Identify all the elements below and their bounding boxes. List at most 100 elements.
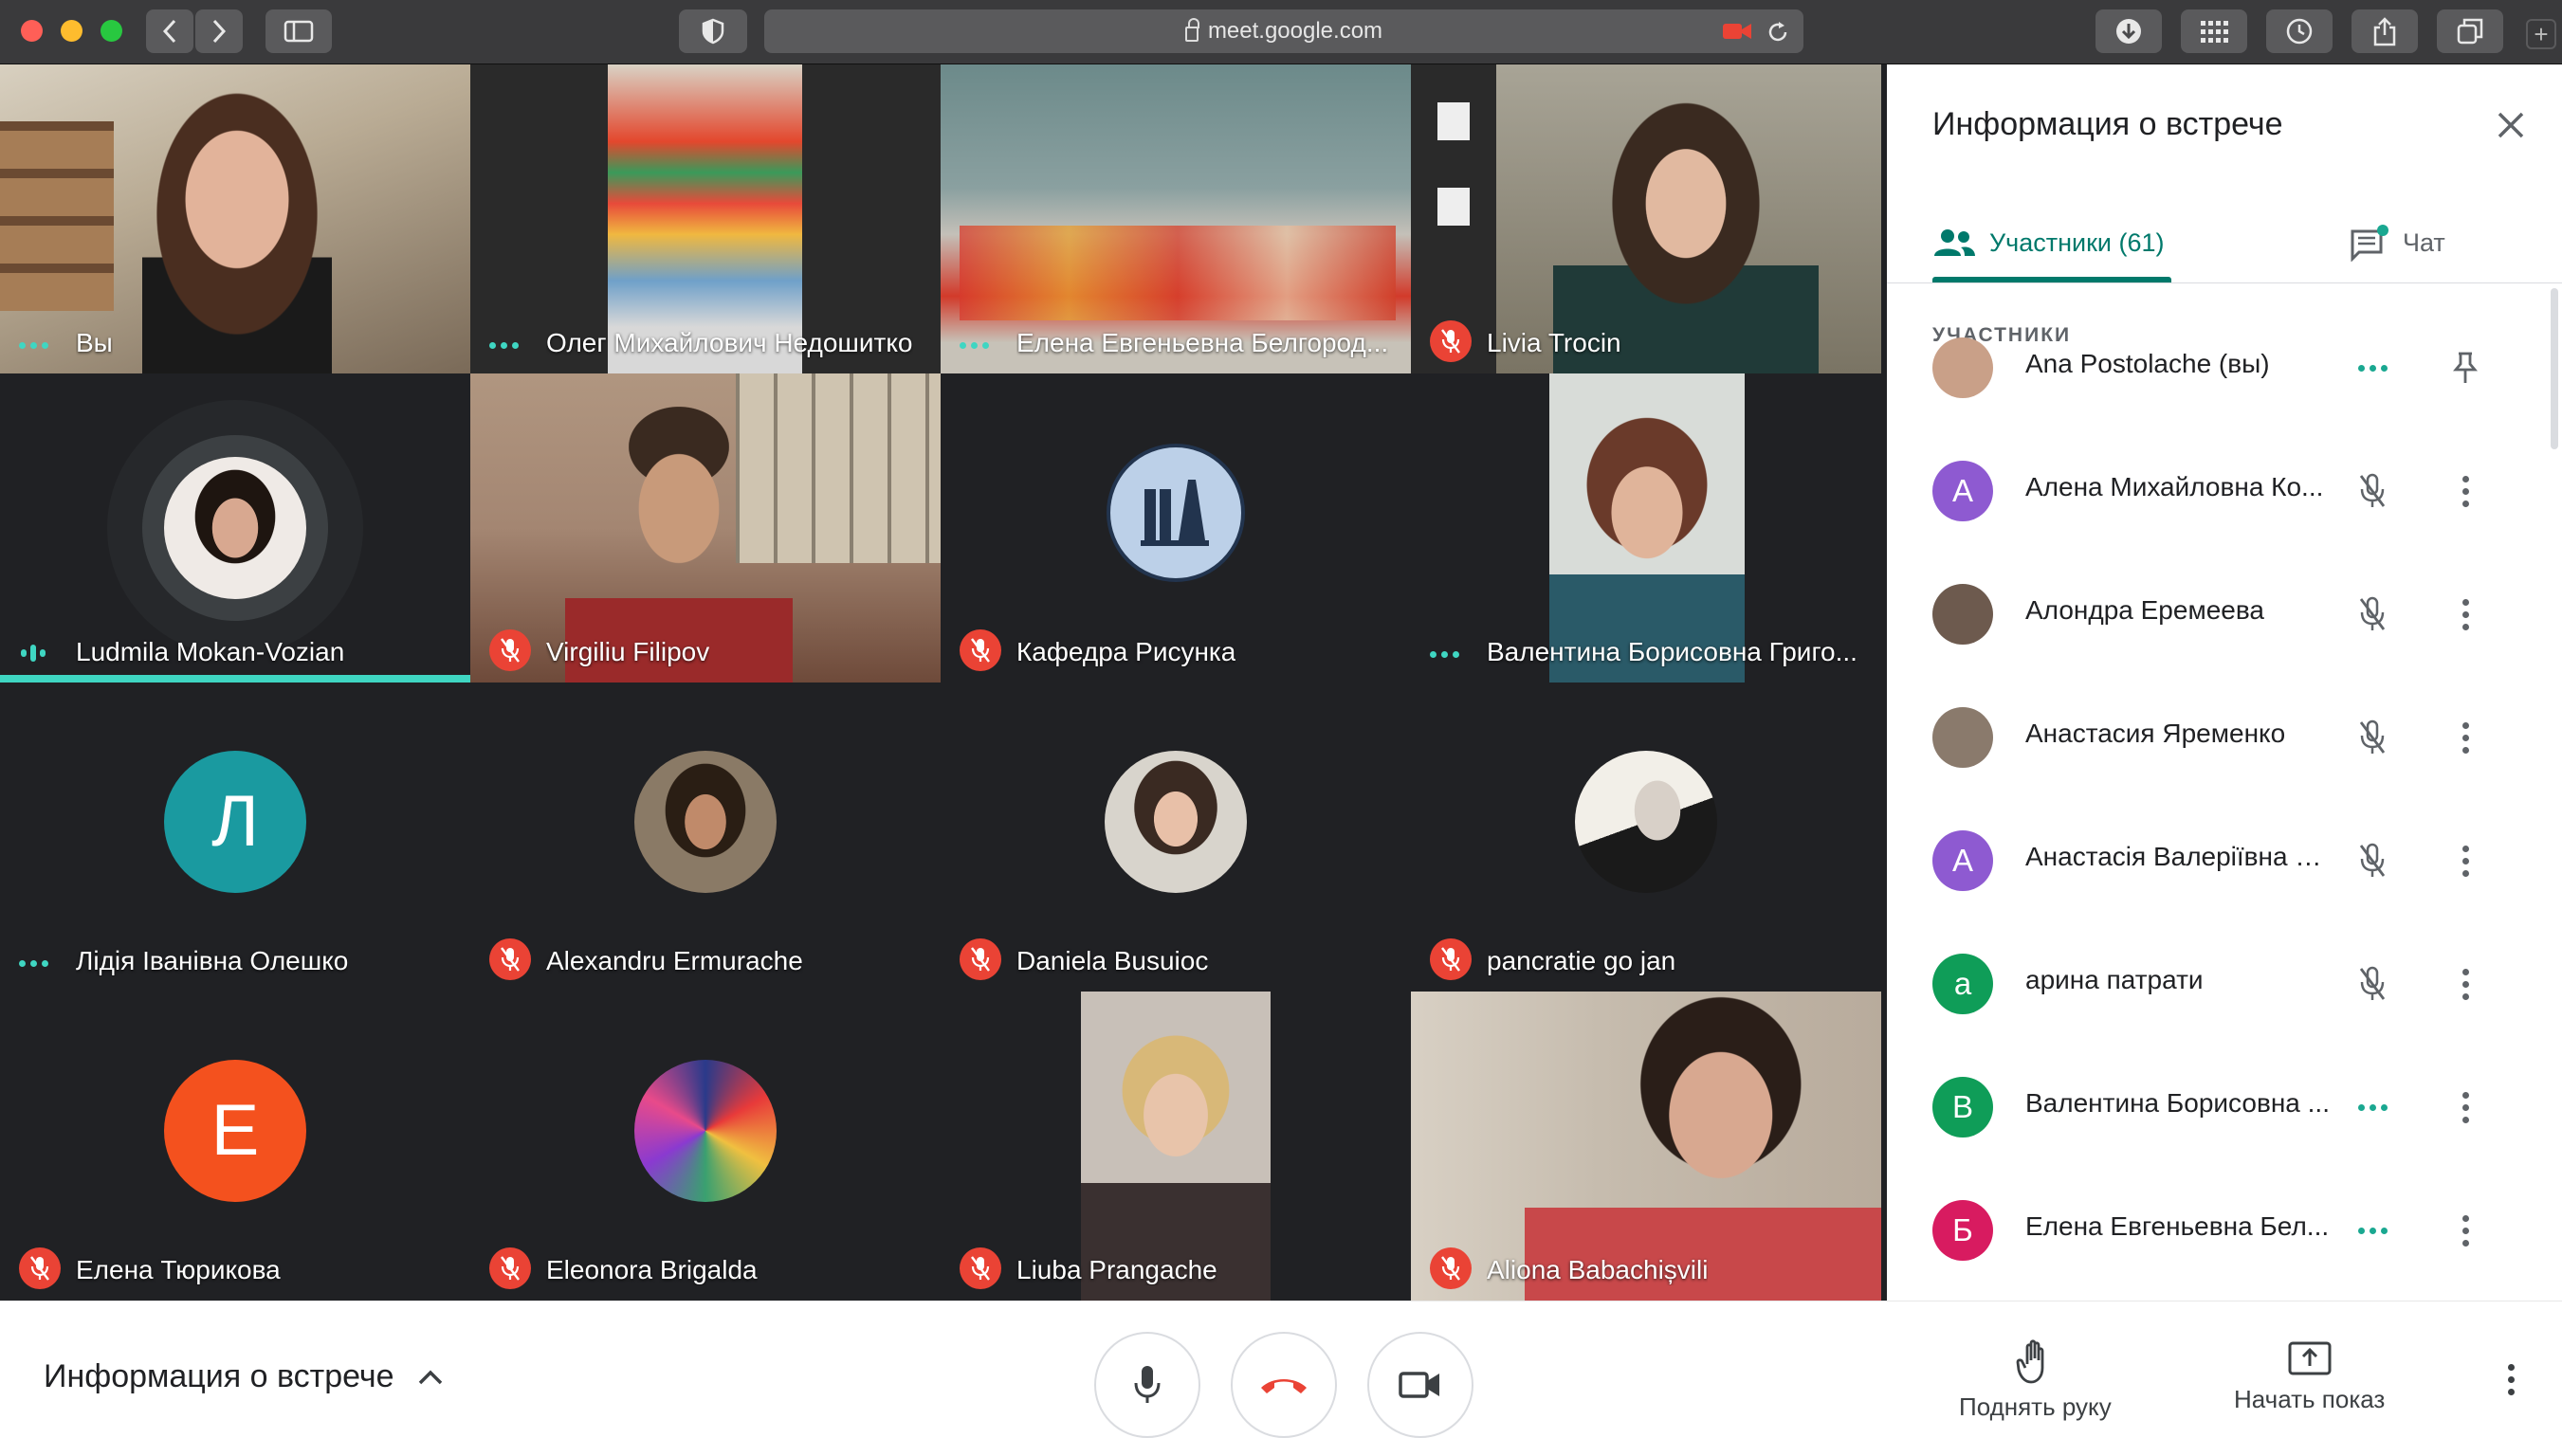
mic-off-icon: [2350, 838, 2395, 883]
meeting-info-label: Информация о встрече: [44, 1358, 394, 1394]
participant-row[interactable]: Ana Postolache (вы): [1887, 315, 2562, 421]
participant-name: Анастасія Валеріївна П...: [2025, 842, 2331, 871]
tab-participants-label: Участники (61): [1989, 228, 2165, 257]
participant-name: Анастасия Яременко: [2025, 719, 2286, 748]
video-tile[interactable]: Eleonora Brigalda: [470, 992, 941, 1301]
back-button[interactable]: [146, 9, 193, 53]
participant-row[interactable]: Алондра Еремеева: [1887, 561, 2562, 667]
present-screen-icon: [2288, 1341, 2332, 1375]
participant-name: Daniela Busuioc: [1016, 946, 1209, 975]
tab-chat[interactable]: Чат: [2350, 214, 2445, 271]
pin-icon[interactable]: [2443, 345, 2488, 391]
tab-divider: [1887, 282, 2562, 283]
video-tile[interactable]: Daniela Busuioc: [941, 682, 1411, 992]
maximize-window-button[interactable]: [101, 20, 122, 42]
participant-row[interactable]: Анастасия Яременко: [1887, 684, 2562, 791]
browser-toolbar: meet.google.com +: [0, 0, 2562, 64]
close-icon[interactable]: [2492, 106, 2530, 144]
present-now-button[interactable]: Начать показ: [2234, 1339, 2385, 1414]
pen-brush-icon: [1141, 479, 1209, 546]
forward-button[interactable]: [195, 9, 243, 53]
reload-icon[interactable]: [1766, 20, 1790, 45]
chevron-up-icon: [418, 1370, 442, 1384]
speaking-indicator-icon: [21, 645, 46, 662]
video-tile[interactable]: pancratie go jan: [1411, 682, 1881, 992]
video-tile[interactable]: Олег Михайлович Недошитко: [470, 64, 941, 373]
minimize-window-button[interactable]: [61, 20, 82, 42]
video-tile[interactable]: Елена Евгеньевна Белгород...: [941, 64, 1411, 373]
history-button[interactable]: [2266, 9, 2333, 53]
more-options-icon[interactable]: [2443, 592, 2488, 637]
share-button[interactable]: [2352, 9, 2418, 53]
present-label: Начать показ: [2234, 1385, 2386, 1413]
bottom-control-bar: Информация о встрече Поднять руку Начать…: [0, 1301, 2562, 1456]
sidebar-toggle-button[interactable]: [265, 9, 332, 53]
download-icon: [2116, 19, 2141, 44]
participant-name: Валентина Борисовна ...: [2025, 1088, 2330, 1118]
more-options-icon[interactable]: [2443, 468, 2488, 514]
more-options-button[interactable]: [2501, 1356, 2520, 1402]
panel-title: Информация о встрече: [1932, 106, 2283, 142]
extensions-button[interactable]: [2181, 9, 2247, 53]
camera-button[interactable]: [1367, 1332, 1473, 1438]
video-tile[interactable]: Livia Trocin: [1411, 64, 1881, 373]
participant-row[interactable]: а арина патрати: [1887, 931, 2562, 1037]
more-options-icon[interactable]: [2443, 1208, 2488, 1253]
video-tile[interactable]: E Елена Тюрикова: [0, 992, 470, 1301]
hang-up-icon: [1261, 1379, 1307, 1393]
video-tile[interactable]: Ludmila Mokan-Vozian: [0, 373, 470, 682]
video-tile[interactable]: Alexandru Ermurache: [470, 682, 941, 992]
muted-mic-icon: [489, 629, 531, 671]
video-tile[interactable]: Вы: [0, 64, 470, 373]
raise-hand-icon: [2016, 1339, 2044, 1384]
video-tile[interactable]: Liuba Prangache: [941, 992, 1411, 1301]
audio-active-icon: [2350, 1208, 2395, 1253]
video-tile[interactable]: Валентина Борисовна Григо...: [1411, 373, 1881, 682]
participant-row[interactable]: А Анастасія Валеріївна П...: [1887, 808, 2562, 914]
participant-name: Вы: [76, 328, 113, 357]
participant-name: Alexandru Ermurache: [546, 946, 803, 975]
downloads-button[interactable]: [2095, 9, 2162, 53]
participant-avatar: [164, 457, 306, 599]
privacy-shield-button[interactable]: [679, 9, 747, 53]
more-options-icon[interactable]: [2443, 961, 2488, 1007]
participant-row[interactable]: В Валентина Борисовна ...: [1887, 1054, 2562, 1160]
muted-mic-icon: [960, 938, 1001, 980]
chat-icon: [2351, 225, 2388, 262]
meeting-info-button[interactable]: Информация о встрече: [44, 1358, 444, 1395]
mic-off-icon: [2350, 715, 2395, 760]
participant-name: Virgiliu Filipov: [546, 637, 710, 666]
tab-chat-label: Чат: [2403, 228, 2445, 257]
grid-icon: [2201, 21, 2228, 43]
tabs-overview-button[interactable]: [2437, 9, 2503, 53]
participant-avatar: А: [1932, 461, 1993, 521]
raise-hand-button[interactable]: Поднять руку: [1959, 1339, 2112, 1422]
participant-avatar: а: [1932, 954, 1993, 1014]
participant-row[interactable]: А Алена Михайловна Ко...: [1887, 438, 2562, 544]
more-options-icon[interactable]: [2443, 715, 2488, 760]
tab-participants[interactable]: Участники (61): [1932, 214, 2165, 271]
video-tile[interactable]: Л Лідія Іванівна Олешко: [0, 682, 470, 992]
new-tab-button[interactable]: +: [2526, 19, 2556, 49]
leave-call-button[interactable]: [1231, 1332, 1337, 1438]
muted-mic-icon: [1430, 1247, 1472, 1289]
microphone-button[interactable]: [1094, 1332, 1200, 1438]
participant-avatar: [1932, 707, 1993, 768]
participant-row[interactable]: Б Елена Евгеньевна Бел...: [1887, 1177, 2562, 1283]
tabs-icon: [2457, 18, 2483, 45]
address-bar[interactable]: meet.google.com: [764, 9, 1803, 53]
close-window-button[interactable]: [21, 20, 43, 42]
more-options-icon[interactable]: [2443, 838, 2488, 883]
chevron-right-icon: [212, 19, 227, 44]
video-tile[interactable]: Кафедра Рисунка: [941, 373, 1411, 682]
participant-avatar: А: [1932, 830, 1993, 891]
participant-name: Ludmila Mokan-Vozian: [76, 637, 345, 666]
participant-name: Алондра Еремеева: [2025, 595, 2264, 625]
participant-avatar: [1105, 750, 1247, 893]
chevron-left-icon: [162, 19, 176, 44]
video-tile[interactable]: Aliona Babachișvili: [1411, 992, 1881, 1301]
more-options-icon[interactable]: [2443, 1084, 2488, 1130]
participant-name: Валентина Борисовна Григо...: [1487, 637, 1857, 666]
participant-name: Елена Евгеньевна Бел...: [2025, 1211, 2330, 1241]
video-tile[interactable]: Virgiliu Filipov: [470, 373, 941, 682]
